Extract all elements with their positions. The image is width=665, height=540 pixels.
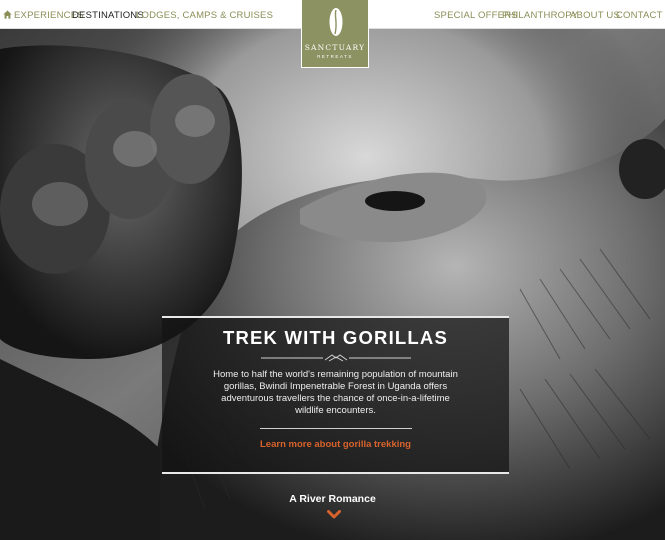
next-slide-label[interactable]: A River Romance — [0, 493, 665, 505]
nav-contact-us[interactable]: Contact Us — [616, 10, 665, 21]
logo-subtitle: RETREATS — [317, 54, 353, 59]
home-icon[interactable] — [3, 10, 12, 19]
logo-wordmark: SANCTUARY — [304, 43, 366, 52]
nav-destinations[interactable]: Destinations — [72, 10, 144, 21]
leaf-logo-icon — [326, 6, 346, 38]
nav-lodges-camps-cruises[interactable]: Lodges, Camps & Cruises — [136, 10, 273, 21]
nav-about-us[interactable]: About Us — [570, 10, 620, 21]
panel-description: Home to half the world's remaining popul… — [213, 369, 458, 416]
divider-ornament-icon — [260, 352, 411, 364]
panel-title: TREK WITH GORILLAS — [222, 327, 449, 348]
panel-divider — [259, 428, 412, 429]
feature-panel: TREK WITH GORILLAS Home to half the worl… — [162, 316, 509, 474]
chevron-down-icon[interactable] — [327, 510, 341, 520]
brand-logo[interactable]: SANCTUARY RETREATS — [301, 0, 369, 68]
learn-more-gorilla-link[interactable]: Learn more about gorilla trekking — [260, 439, 411, 450]
nav-philanthropy[interactable]: Philanthropy — [502, 10, 578, 21]
